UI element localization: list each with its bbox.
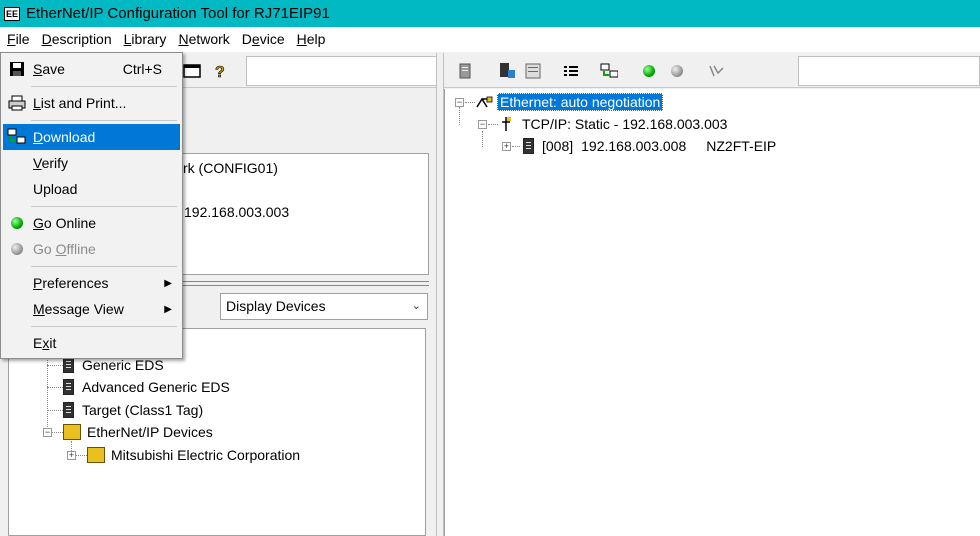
menu-item-message-view[interactable]: Message View ▶: [3, 296, 180, 322]
menu-item-go-online[interactable]: Go Online: [3, 210, 180, 236]
network-ip-text: 192.168.003.003: [184, 204, 290, 220]
menu-item-preferences[interactable]: Preferences ▶: [3, 270, 180, 296]
go-online-icon[interactable]: [640, 62, 658, 80]
menu-item-upload[interactable]: Upload: [3, 176, 180, 202]
device-list-icon[interactable]: [524, 62, 542, 80]
menu-item-go-offline[interactable]: Go Offline: [3, 236, 180, 262]
tree-connector: [512, 146, 520, 147]
device-icon: [63, 379, 74, 395]
device-icon: [523, 138, 534, 154]
window-title: EtherNet/IP Configuration Tool for RJ71E…: [26, 5, 330, 22]
print-icon: [5, 95, 29, 111]
menu-separator: [31, 206, 177, 207]
menu-library[interactable]: Library: [118, 27, 173, 52]
tree-item-ethernetip-devices[interactable]: EtherNet/IP Devices: [63, 422, 213, 442]
network-tree-pane: − Ethernet: auto negotiation − TCP/IP: S…: [444, 89, 980, 536]
menu-item-save[interactable]: Save Ctrl+S: [3, 56, 180, 82]
tree-connector: [465, 102, 475, 103]
menu-network[interactable]: Network: [172, 27, 235, 52]
tree-connector: [459, 107, 460, 125]
device-filter-dropdown[interactable]: Display Devices ⌄: [220, 293, 428, 320]
network-name-text: rk (CONFIG01): [183, 160, 278, 176]
window-layout-icon[interactable]: [183, 62, 201, 80]
tree-item-device-008[interactable]: [008] 192.168.003.008 NZ2FT-EIP: [523, 136, 776, 156]
device-filter-value: Display Devices: [226, 298, 326, 314]
download-icon[interactable]: [600, 62, 618, 80]
file-menu: Save Ctrl+S List and Print... Download V…: [0, 52, 183, 359]
menu-device[interactable]: Device: [236, 27, 291, 52]
expand-toggle[interactable]: +: [502, 142, 511, 151]
toolbar-combo[interactable]: [246, 56, 438, 86]
tree-connector: [47, 365, 63, 366]
go-offline-icon[interactable]: [668, 62, 686, 80]
svg-text:?: ?: [215, 64, 225, 80]
tree-item-tcpip[interactable]: TCP/IP: Static - 192.168.003.003: [500, 114, 727, 134]
menu-help[interactable]: Help: [291, 27, 332, 52]
submenu-arrow-icon: ▶: [164, 303, 172, 315]
list-view-icon[interactable]: [562, 62, 580, 80]
tcpip-icon: [502, 117, 511, 131]
menu-item-list-and-print[interactable]: List and Print...: [3, 90, 180, 116]
device-icon: [63, 402, 74, 418]
title-bar: EE EtherNet/IP Configuration Tool for RJ…: [0, 0, 980, 27]
save-shortcut: Ctrl+S: [122, 61, 162, 77]
menu-item-verify[interactable]: Verify: [3, 150, 180, 176]
menu-separator: [31, 86, 177, 87]
chevron-down-icon: ⌄: [411, 300, 421, 312]
device-icon: [63, 357, 74, 373]
menu-item-exit[interactable]: Exit: [3, 330, 180, 356]
tree-item-advanced-generic-eds[interactable]: Advanced Generic EDS: [63, 377, 230, 397]
menu-bar: File Description Library Network Device …: [0, 27, 980, 52]
help-icon[interactable]: ?: [211, 62, 229, 80]
tree-connector: [482, 131, 483, 147]
pane-splitter[interactable]: [436, 53, 444, 536]
go-offline-icon: [5, 243, 29, 255]
app-icon: EE: [4, 6, 20, 21]
tree-item-mitsubishi[interactable]: Mitsubishi Electric Corporation: [87, 445, 300, 465]
delete-device-icon[interactable]: [456, 62, 474, 80]
device-properties-icon[interactable]: [498, 62, 516, 80]
tree-connector: [488, 124, 498, 125]
device-folder-icon: [63, 424, 81, 440]
menu-separator: [31, 326, 177, 327]
device-library-tree: − + Generic EDS Advanced Generic EDS Tar…: [8, 328, 426, 536]
tree-connector: [47, 387, 63, 388]
menu-item-download[interactable]: Download: [3, 124, 180, 150]
ethernet-icon: [476, 96, 493, 108]
tree-root-ethernet[interactable]: Ethernet: auto negotiation: [475, 92, 664, 112]
submenu-arrow-icon: ▶: [164, 277, 172, 289]
tree-item-target-class1[interactable]: Target (Class1 Tag): [63, 400, 203, 420]
menu-separator: [31, 120, 177, 121]
menu-file[interactable]: File: [0, 27, 36, 52]
collapse-toggle[interactable]: −: [478, 120, 487, 129]
monitor-icon[interactable]: [708, 62, 726, 80]
go-online-icon: [5, 217, 29, 229]
save-icon: [5, 62, 29, 76]
device-folder-icon: [87, 447, 105, 463]
download-icon: [5, 128, 29, 146]
collapse-toggle[interactable]: −: [455, 98, 464, 107]
menu-separator: [31, 266, 177, 267]
right-toolbar-field[interactable]: [798, 56, 980, 86]
expand-toggle[interactable]: +: [67, 451, 76, 460]
collapse-toggle[interactable]: −: [43, 428, 52, 437]
tree-connector: [47, 410, 63, 411]
menu-description[interactable]: Description: [36, 27, 118, 52]
